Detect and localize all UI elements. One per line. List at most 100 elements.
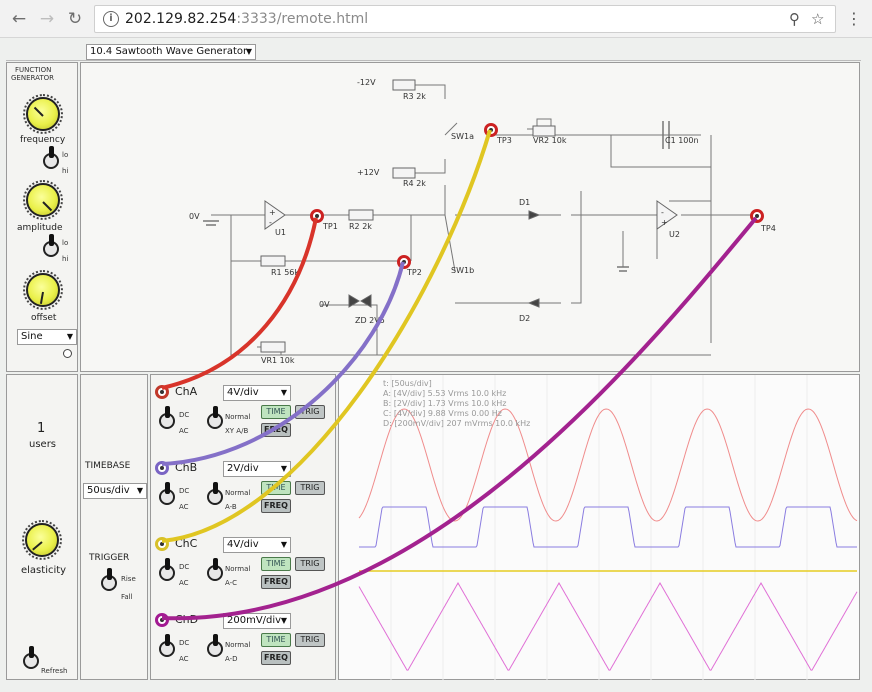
amplitude-knob[interactable] xyxy=(23,180,63,220)
channel-1-mode-toggle[interactable] xyxy=(207,482,223,505)
elasticity-label: elasticity xyxy=(21,565,67,576)
channel-0-scale-select[interactable]: 4V/div ▼ xyxy=(223,385,291,401)
amplitude-range-toggle[interactable] xyxy=(43,234,59,257)
u1-label: U1 xyxy=(275,228,286,237)
r2-label: R2 2k xyxy=(349,222,372,231)
hi-label-2: hi xyxy=(62,255,69,263)
plus12-label: +12V xyxy=(357,168,380,177)
amplitude-label: amplitude xyxy=(17,223,63,233)
frequency-label: frequency xyxy=(20,135,66,145)
u1-plus: + xyxy=(269,208,276,217)
channel-3-probe-jack[interactable] xyxy=(155,613,169,627)
trigger-label: TRIGGER xyxy=(89,553,130,563)
waveform-select[interactable]: Sine ▼ xyxy=(17,329,77,345)
channel-3-dc: DC xyxy=(179,639,190,647)
channel-1-scale-select[interactable]: 2V/div ▼ xyxy=(223,461,291,477)
channel-0-probe-jack[interactable] xyxy=(155,385,169,399)
channel-0-ac: AC xyxy=(179,427,189,435)
channel-2-probe-jack[interactable] xyxy=(155,537,169,551)
lo-label-2: lo xyxy=(62,239,69,247)
frequency-knob[interactable] xyxy=(23,94,63,134)
trace-b xyxy=(359,506,857,548)
channel-3-mode2: A-D xyxy=(225,655,238,663)
channel-0-name: ChA xyxy=(175,385,198,398)
readout-d: D: [200mV/div] 207 mVrms 10.0 kHz xyxy=(383,419,531,428)
channel-3-time-button[interactable]: TIME xyxy=(261,633,291,647)
address-bar[interactable]: i 202.129.82.254:3333/remote.html ⚲ ☆ xyxy=(94,5,836,33)
r4-label: R4 2k xyxy=(403,179,426,188)
tp1-jack[interactable] xyxy=(310,209,324,223)
offset-knob[interactable] xyxy=(23,270,63,310)
browser-toolbar: ← → ↻ i 202.129.82.254:3333/remote.html … xyxy=(0,0,872,38)
zd-label: ZD 2V5 xyxy=(355,316,385,325)
channel-0-mode1: Normal xyxy=(225,413,251,421)
refresh-label: Refresh xyxy=(41,667,68,675)
forward-arrow-icon[interactable]: → xyxy=(36,8,58,30)
minus12-label: -12V xyxy=(357,78,376,87)
c1-label: C1 100n xyxy=(665,136,699,145)
tp2-jack[interactable] xyxy=(397,255,411,269)
d1-label: D1 xyxy=(519,198,530,207)
channel-3-trig-button[interactable]: TRIG xyxy=(295,633,325,647)
u1-minus: - xyxy=(269,218,272,227)
channel-2-freq-button[interactable]: FREQ xyxy=(261,575,291,589)
channel-3-coupling-toggle[interactable] xyxy=(159,634,175,657)
channel-3-freq-button[interactable]: FREQ xyxy=(261,651,291,665)
fall-label: Fall xyxy=(121,593,133,601)
channel-3-mode-toggle[interactable] xyxy=(207,634,223,657)
vr2-label: VR2 10k xyxy=(533,136,567,145)
channel-2-scale-select[interactable]: 4V/div ▼ xyxy=(223,537,291,553)
refresh-toggle[interactable] xyxy=(23,646,39,669)
tp4-jack[interactable] xyxy=(750,209,764,223)
experiment-select[interactable]: 10.4 Sawtooth Wave Generator ▼ xyxy=(86,44,256,60)
zoom-icon[interactable]: ⚲ xyxy=(789,10,800,28)
channel-3-scale-select[interactable]: 200mV/div ▼ xyxy=(223,613,291,629)
u2-plus: + xyxy=(661,218,668,227)
channel-1-freq-button[interactable]: FREQ xyxy=(261,499,291,513)
timebase-select[interactable]: 50us/div ▼ xyxy=(83,483,147,499)
channel-1-trig-button[interactable]: TRIG xyxy=(295,481,325,495)
reload-icon[interactable]: ↻ xyxy=(64,8,86,30)
channel-2-ac: AC xyxy=(179,579,189,587)
channel-2-mode-toggle[interactable] xyxy=(207,558,223,581)
channel-0-trig-button[interactable]: TRIG xyxy=(295,405,325,419)
tp4-label: TP4 xyxy=(760,224,776,233)
user-count: 1 xyxy=(37,421,46,436)
function-generator-panel: FUNCTION GENERATOR frequency lo hi ampli… xyxy=(6,62,78,372)
readout-a: A: [4V/div] 5.53 Vrms 10.0 kHz xyxy=(383,389,507,398)
channel-1-time-button[interactable]: TIME xyxy=(261,481,291,495)
frequency-range-toggle[interactable] xyxy=(43,146,59,169)
tp3-label: TP3 xyxy=(496,136,512,145)
channel-2-coupling-toggle[interactable] xyxy=(159,558,175,581)
channel-1-mode1: Normal xyxy=(225,489,251,497)
trace-d xyxy=(358,582,858,671)
tp3-jack[interactable] xyxy=(484,123,498,137)
channel-0-mode-toggle[interactable] xyxy=(207,406,223,429)
elasticity-knob[interactable] xyxy=(22,520,62,560)
bookmark-star-icon[interactable]: ☆ xyxy=(811,10,824,28)
channel-1-coupling-toggle[interactable] xyxy=(159,482,175,505)
u2-minus: - xyxy=(661,208,664,217)
channel-0-freq-button[interactable]: FREQ xyxy=(261,423,291,437)
channel-0-time-button[interactable]: TIME xyxy=(261,405,291,419)
fg-status-led xyxy=(63,349,72,358)
channel-0-coupling-toggle[interactable] xyxy=(159,406,175,429)
back-arrow-icon[interactable]: ← xyxy=(8,8,30,30)
circuit-panel: -12V R3 2k +12V R4 2k SW1a SW1b TP3 VR2 … xyxy=(80,62,860,372)
oscilloscope-screen[interactable]: t: [50us/div] A: [4V/div] 5.53 Vrms 10.0… xyxy=(338,374,860,681)
trigger-edge-toggle[interactable] xyxy=(101,568,117,591)
lab-app: 10.4 Sawtooth Wave Generator ▼ FUNCTION G… xyxy=(0,38,872,692)
channel-2-trig-button[interactable]: TRIG xyxy=(295,557,325,571)
channels-panel: ChA 4V/div ▼ DC AC Normal XY A/B TIME TRI… xyxy=(150,374,336,680)
channel-1-probe-jack[interactable] xyxy=(155,461,169,475)
channel-2-name: ChC xyxy=(175,537,198,550)
tp1-label: TP1 xyxy=(322,222,338,231)
timebase-panel: TIMEBASE 50us/div ▼ TRIGGER Rise Fall xyxy=(80,374,148,680)
info-icon[interactable]: i xyxy=(103,11,119,27)
channel-1-name: ChB xyxy=(175,461,198,474)
channel-2-time-button[interactable]: TIME xyxy=(261,557,291,571)
readout-c: C: [4V/div] 9.88 Vrms 0.00 Hz xyxy=(383,409,502,418)
menu-dots-icon[interactable]: ⋮ xyxy=(846,9,862,28)
d2-label: D2 xyxy=(519,314,530,323)
tp2-label: TP2 xyxy=(406,268,422,277)
